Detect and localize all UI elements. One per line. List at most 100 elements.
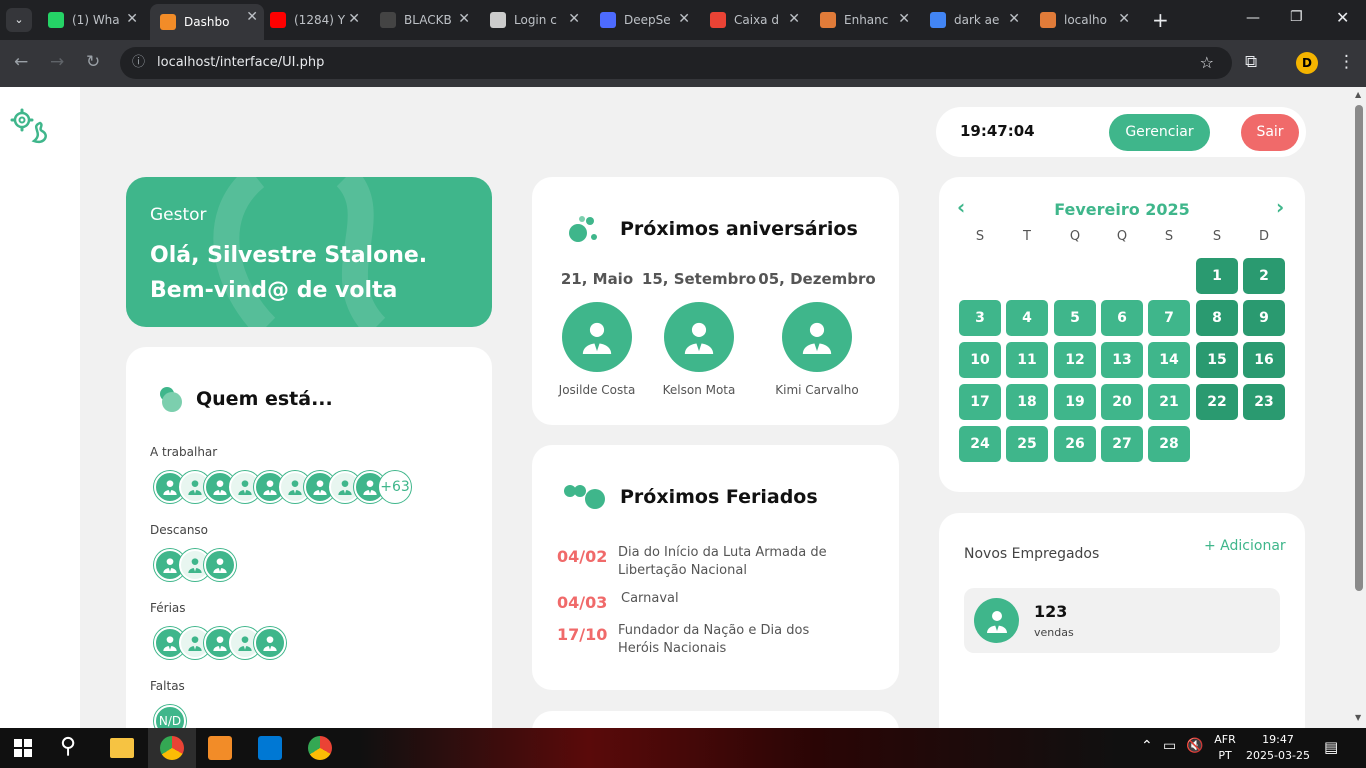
page-scrollbar[interactable]: ▲ ▼ (1352, 87, 1366, 728)
tab-close-icon[interactable]: ✕ (126, 11, 138, 27)
calendar-day[interactable]: 6 (1101, 300, 1143, 336)
page-viewport: 19:47:04 Gerenciar Sair Gestor Olá, Silv… (0, 87, 1366, 728)
xampp-icon[interactable] (208, 736, 232, 760)
language-indicator[interactable]: AFR PT (1212, 732, 1238, 764)
presence-avatar[interactable] (204, 549, 236, 581)
notifications-icon[interactable]: ▤ (1324, 738, 1338, 756)
calendar-day[interactable]: 20 (1101, 384, 1143, 420)
browser-tab[interactable]: (1284) Y ✕ (262, 6, 366, 34)
calendar-day[interactable]: 28 (1148, 426, 1190, 462)
presence-avatar[interactable] (254, 627, 286, 659)
browser-toolbar: ← → ↻ ⓘ localhost/interface/UI.php ☆ ⧉ D… (0, 40, 1366, 87)
calendar-day[interactable]: 27 (1101, 426, 1143, 462)
tab-close-icon[interactable]: ✕ (348, 11, 360, 27)
browser-tab[interactable]: Enhanc ✕ (812, 6, 916, 34)
calendar-day[interactable]: 3 (959, 300, 1001, 336)
tab-close-icon[interactable]: ✕ (568, 11, 580, 27)
vscode-icon[interactable] (258, 736, 282, 760)
calendar-day[interactable]: 10 (959, 342, 1001, 378)
search-icon[interactable]: ⚲ (60, 734, 76, 759)
address-bar[interactable]: ⓘ localhost/interface/UI.php ☆ (120, 47, 1232, 79)
site-info-icon[interactable]: ⓘ (132, 47, 145, 79)
tray-chevron-icon[interactable]: ⌃ (1141, 738, 1153, 754)
menu-icon[interactable]: ⋮ (1338, 52, 1355, 72)
browser-tab[interactable]: dark ae ✕ (922, 6, 1026, 34)
calendar-next-button[interactable]: › (1276, 195, 1284, 219)
calendar-day[interactable]: 4 (1006, 300, 1048, 336)
maximize-button[interactable]: ❐ (1290, 9, 1303, 25)
browser-tab[interactable]: Login c ✕ (482, 6, 586, 34)
calendar-day[interactable]: 15 (1196, 342, 1238, 378)
calendar-day[interactable]: 18 (1006, 384, 1048, 420)
browser-tab[interactable]: (1) Wha ✕ (40, 6, 144, 34)
tab-close-icon[interactable]: ✕ (246, 9, 258, 25)
network-icon[interactable]: ▭ (1163, 738, 1176, 754)
url-text: localhost/interface/UI.php (157, 55, 325, 70)
tab-favicon-icon (160, 14, 176, 30)
calendar-day[interactable]: 14 (1148, 342, 1190, 378)
calendar-day[interactable]: 24 (959, 426, 1001, 462)
tab-close-icon[interactable]: ✕ (1008, 11, 1020, 27)
tab-favicon-icon (1040, 12, 1056, 28)
reload-icon[interactable]: ↻ (86, 52, 100, 72)
tab-title: (1284) Y (294, 13, 346, 27)
calendar-day[interactable]: 11 (1006, 342, 1048, 378)
extensions-icon[interactable]: ⧉ (1245, 52, 1257, 72)
tab-close-icon[interactable]: ✕ (788, 11, 800, 27)
back-icon[interactable]: ← (14, 52, 28, 72)
holiday-date: 04/03 (557, 593, 608, 612)
profile-avatar[interactable]: D (1296, 52, 1318, 74)
start-button-icon[interactable] (14, 739, 32, 757)
calendar-day[interactable]: 23 (1243, 384, 1285, 420)
presence-icon (160, 387, 182, 412)
calendar-day[interactable]: 8 (1196, 300, 1238, 336)
birthday-avatar[interactable] (664, 302, 734, 372)
calendar-card: ‹ Fevereiro 2025 › S T Q Q S S D 1 2 3 4 5 6 7 8 9 10 11 1… (939, 177, 1305, 492)
calendar-day[interactable]: 26 (1054, 426, 1096, 462)
browser-tab[interactable]: BLACKB ✕ (372, 6, 476, 34)
calendar-day[interactable]: 21 (1148, 384, 1190, 420)
scrollbar-thumb[interactable] (1355, 105, 1363, 591)
tray-time: 19:47 (1262, 733, 1294, 746)
clock-tray[interactable]: 19:47 2025-03-25 (1246, 732, 1310, 764)
browser-tab[interactable]: localho ✕ (1032, 6, 1136, 34)
browser-tab[interactable]: DeepSe ✕ (592, 6, 696, 34)
bookmark-star-icon[interactable]: ☆ (1200, 47, 1214, 79)
browser-tab-bar: ⌄ (1) Wha ✕ Dashbo ✕ (1284) Y ✕ BLACKB ✕ Login c… (0, 0, 1366, 40)
volume-muted-icon[interactable]: 🔇 (1186, 738, 1203, 754)
calendar-day[interactable]: 25 (1006, 426, 1048, 462)
forward-icon[interactable]: → (50, 52, 64, 72)
file-explorer-icon[interactable] (110, 738, 134, 758)
chrome-profile-icon[interactable] (308, 736, 332, 760)
calendar-day[interactable]: 17 (959, 384, 1001, 420)
calendar-day[interactable]: 12 (1054, 342, 1096, 378)
app-logo-icon[interactable] (10, 107, 50, 151)
calendar-day[interactable]: 5 (1054, 300, 1096, 336)
calendar-day[interactable]: 7 (1148, 300, 1190, 336)
logout-button[interactable]: Sair (1241, 114, 1299, 151)
birthday-avatar[interactable] (782, 302, 852, 372)
add-employee-link[interactable]: + Adicionar (1204, 538, 1286, 554)
browser-tab[interactable]: Caixa d ✕ (702, 6, 806, 34)
calendar-day[interactable]: 1 (1196, 258, 1238, 294)
chrome-taskbar-icon[interactable] (148, 728, 196, 768)
minimize-button[interactable]: — (1246, 10, 1260, 26)
calendar-day[interactable]: 22 (1196, 384, 1238, 420)
tab-close-icon[interactable]: ✕ (458, 11, 470, 27)
calendar-day[interactable]: 9 (1243, 300, 1285, 336)
calendar-day[interactable]: 19 (1054, 384, 1096, 420)
tab-close-icon[interactable]: ✕ (898, 11, 910, 27)
browser-tab[interactable]: Dashbo ✕ (150, 4, 264, 40)
tab-close-icon[interactable]: ✕ (678, 11, 690, 27)
manage-button[interactable]: Gerenciar (1109, 114, 1210, 151)
calendar-day[interactable]: 13 (1101, 342, 1143, 378)
close-window-button[interactable]: ✕ (1336, 8, 1349, 27)
calendar-day[interactable]: 2 (1243, 258, 1285, 294)
presence-more-badge[interactable]: +63 (379, 471, 411, 503)
birthday-avatar[interactable] (562, 302, 632, 372)
new-employees-card: Novos Empregados + Adicionar 123 vendas (939, 513, 1305, 728)
tab-close-icon[interactable]: ✕ (1118, 11, 1130, 27)
calendar-day[interactable]: 16 (1243, 342, 1285, 378)
tab-search-button[interactable]: ⌄ (6, 8, 32, 32)
new-tab-button[interactable]: + (1152, 8, 1169, 32)
